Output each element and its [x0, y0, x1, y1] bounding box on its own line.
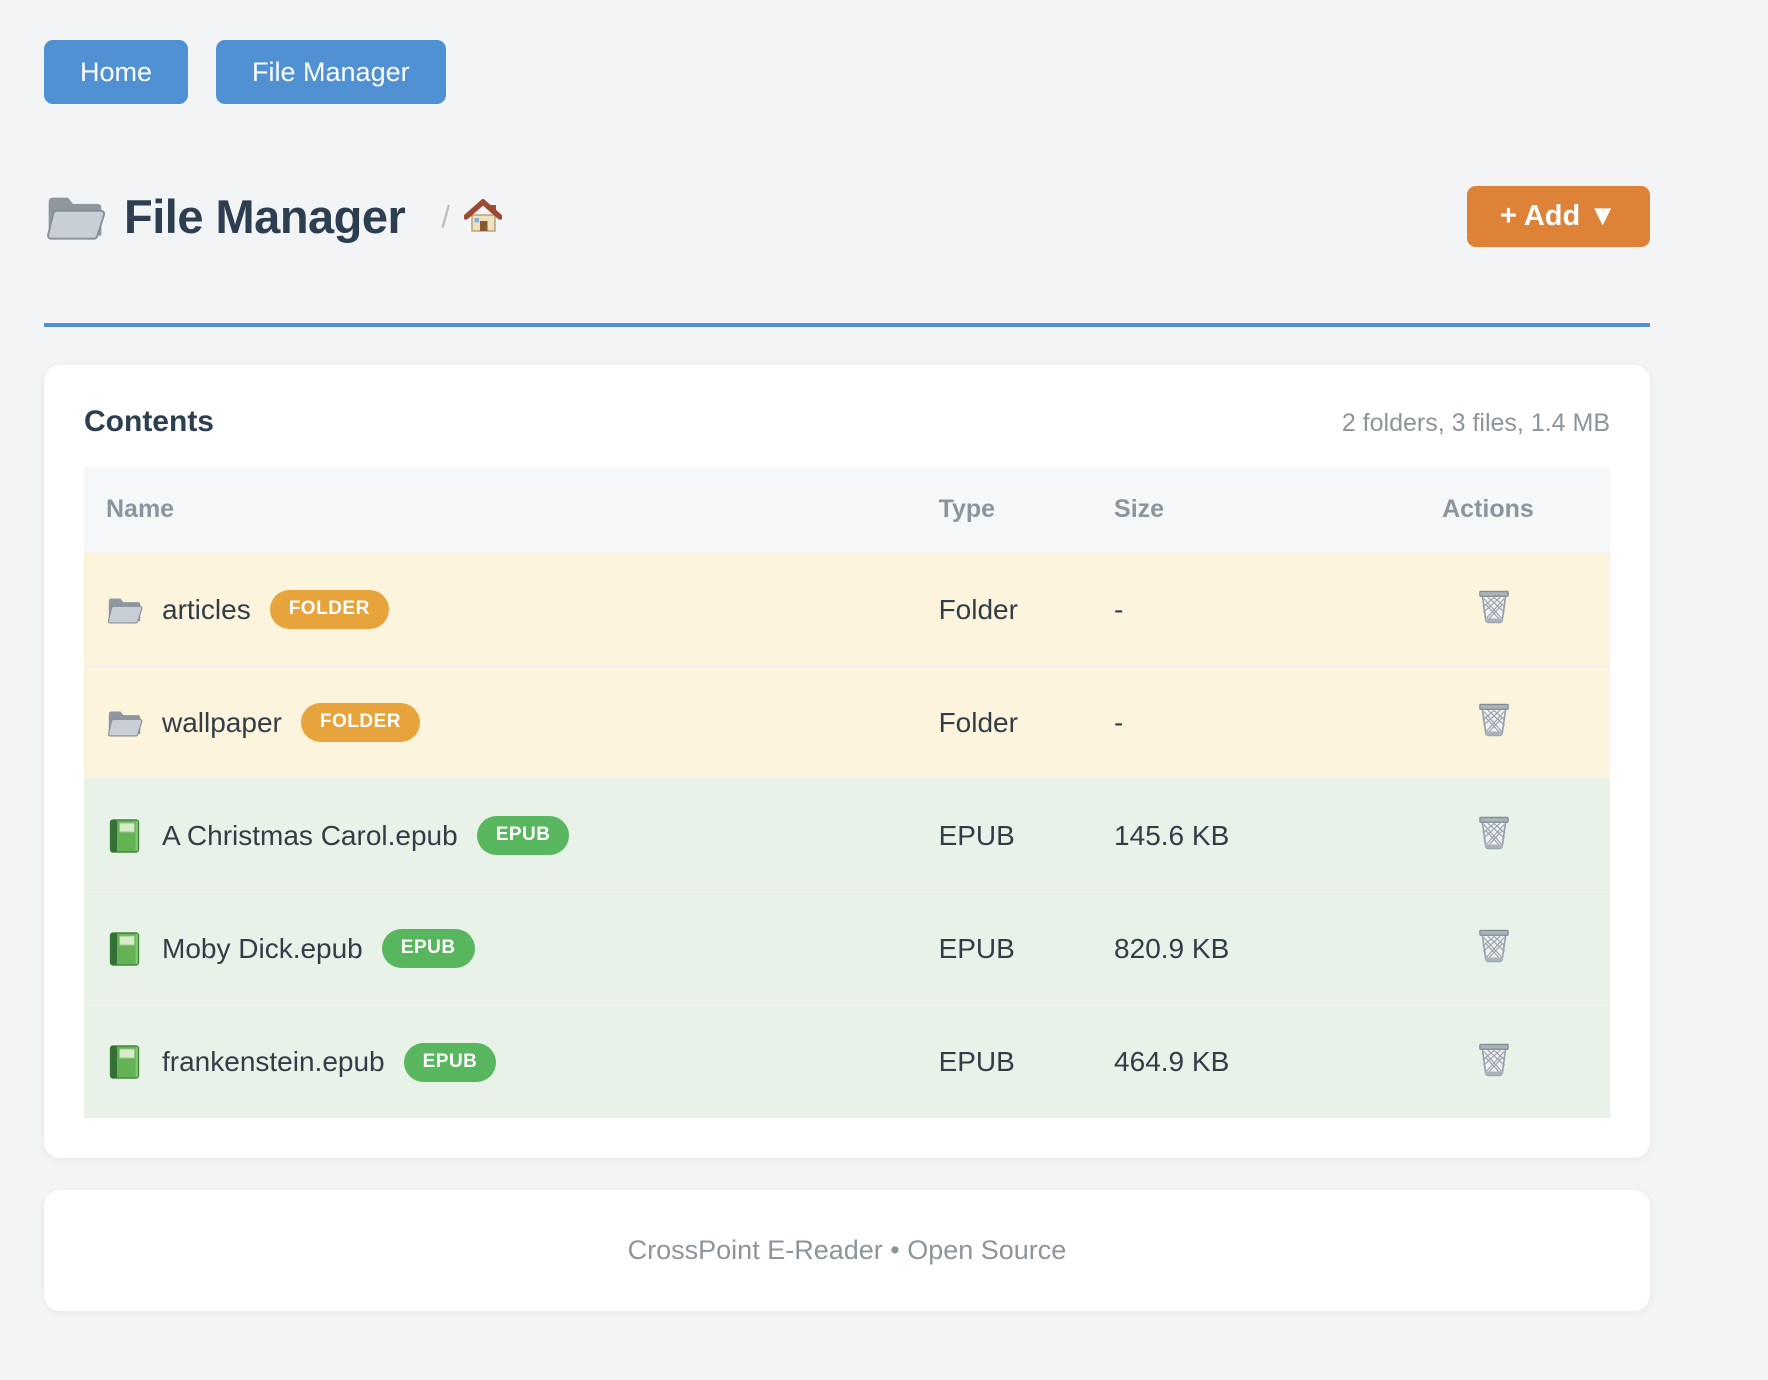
contents-summary: 2 folders, 3 files, 1.4 MB — [1342, 409, 1610, 438]
table-row[interactable]: A Christmas Carol.epub EPUB EPUB 145.6 K… — [84, 779, 1610, 892]
trash-icon — [1476, 813, 1512, 854]
footer: CrossPoint E-Reader • Open Source — [44, 1190, 1650, 1311]
table-header-row: Name Type Size Actions — [84, 467, 1610, 553]
column-header-name: Name — [84, 467, 939, 553]
trash-icon — [1476, 1040, 1512, 1081]
folder-icon — [106, 593, 143, 627]
column-header-size: Size — [1114, 467, 1442, 553]
delete-button[interactable] — [1476, 1040, 1512, 1081]
trash-icon — [1476, 587, 1512, 628]
file-size: - — [1114, 553, 1442, 666]
file-size: - — [1114, 666, 1442, 779]
file-size: 464.9 KB — [1114, 1005, 1442, 1118]
delete-button[interactable] — [1476, 700, 1512, 741]
file-size: 820.9 KB — [1114, 892, 1442, 1005]
nav-bar: Home File Manager — [44, 0, 1650, 104]
table-row[interactable]: articles FOLDER Folder - — [84, 553, 1610, 666]
file-size: 145.6 KB — [1114, 779, 1442, 892]
folder-icon — [44, 190, 106, 244]
file-type: Folder — [939, 553, 1114, 666]
file-name[interactable]: wallpaper — [162, 707, 282, 739]
page-header: File Manager / + Add ▼ — [44, 186, 1650, 247]
delete-button[interactable] — [1476, 813, 1512, 854]
book-icon — [106, 819, 143, 853]
nav-home-button[interactable]: Home — [44, 40, 188, 104]
file-name[interactable]: A Christmas Carol.epub — [162, 820, 458, 852]
column-header-type: Type — [939, 467, 1114, 553]
type-badge: EPUB — [404, 1043, 497, 1082]
file-name[interactable]: frankenstein.epub — [162, 1046, 385, 1078]
page: Home File Manager File Manager / + Add ▼… — [44, 0, 1650, 1311]
file-name[interactable]: Moby Dick.epub — [162, 933, 363, 965]
house-icon[interactable] — [464, 199, 502, 235]
contents-card-header: Contents 2 folders, 3 files, 1.4 MB — [84, 405, 1610, 439]
type-badge: FOLDER — [301, 703, 420, 742]
table-row[interactable]: Moby Dick.epub EPUB EPUB 820.9 KB — [84, 892, 1610, 1005]
table-row[interactable]: wallpaper FOLDER Folder - — [84, 666, 1610, 779]
book-icon — [106, 1045, 143, 1079]
type-badge: EPUB — [382, 929, 475, 968]
nav-file-manager-button[interactable]: File Manager — [216, 40, 446, 104]
footer-text: CrossPoint E-Reader • Open Source — [628, 1235, 1067, 1266]
file-type: EPUB — [939, 779, 1114, 892]
type-badge: EPUB — [477, 816, 570, 855]
page-title: File Manager — [124, 189, 405, 244]
breadcrumb-separator: / — [441, 199, 450, 235]
folder-icon — [106, 706, 143, 740]
file-type: Folder — [939, 666, 1114, 779]
header-divider — [44, 323, 1650, 327]
trash-icon — [1476, 700, 1512, 741]
table-row[interactable]: frankenstein.epub EPUB EPUB 464.9 KB — [84, 1005, 1610, 1118]
file-type: EPUB — [939, 1005, 1114, 1118]
delete-button[interactable] — [1476, 926, 1512, 967]
file-table: Name Type Size Actions articles FOLDER F… — [84, 467, 1610, 1118]
column-header-actions: Actions — [1442, 467, 1610, 553]
contents-card: Contents 2 folders, 3 files, 1.4 MB Name… — [44, 365, 1650, 1158]
file-name[interactable]: articles — [162, 594, 251, 626]
trash-icon — [1476, 926, 1512, 967]
delete-button[interactable] — [1476, 587, 1512, 628]
type-badge: FOLDER — [270, 590, 389, 629]
file-type: EPUB — [939, 892, 1114, 1005]
contents-title: Contents — [84, 405, 214, 439]
book-icon — [106, 932, 143, 966]
add-button[interactable]: + Add ▼ — [1467, 186, 1650, 247]
